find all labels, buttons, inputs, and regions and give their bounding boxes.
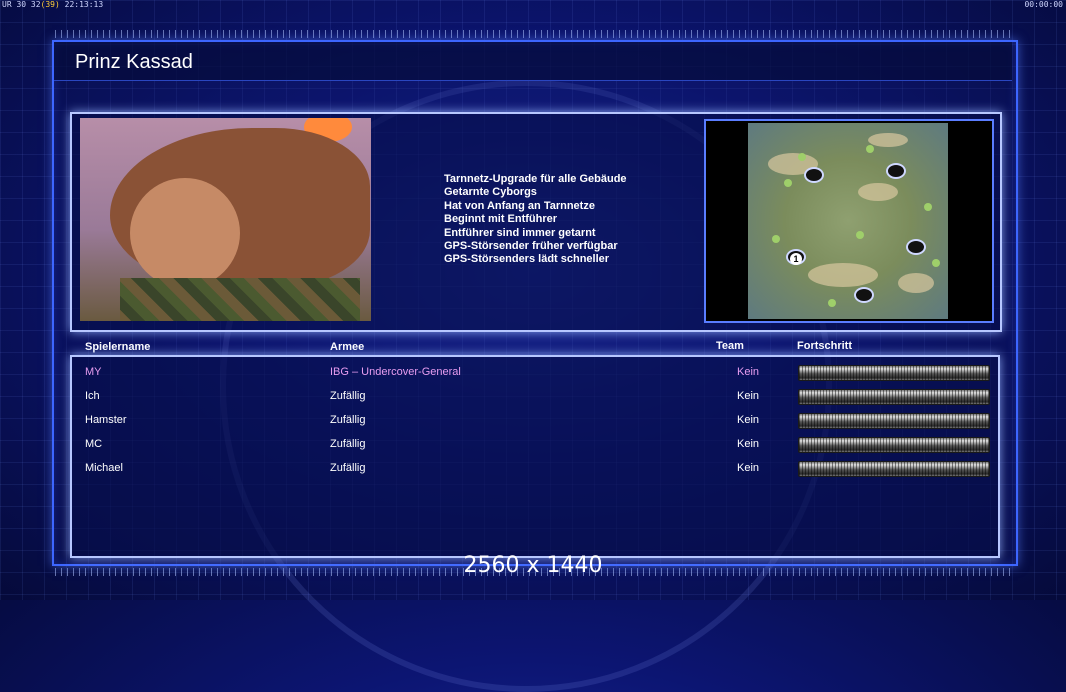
- hud-timer: 00:00:00: [1024, 0, 1063, 9]
- resolution-label: 2560 x 1440: [463, 553, 603, 578]
- column-header-army: Armee: [330, 341, 365, 353]
- portrait-camo-uniform: [120, 278, 360, 321]
- general-portrait: [80, 118, 371, 321]
- player-progress-bar: [798, 389, 990, 405]
- map-tree: [798, 153, 806, 161]
- ruler-top: [55, 30, 1014, 38]
- player-name: MC: [85, 438, 103, 450]
- map-start-position[interactable]: [804, 167, 824, 183]
- title-bar: [54, 42, 1012, 81]
- player-army: Zufällig: [330, 414, 366, 426]
- player-army: Zufällig: [330, 462, 366, 474]
- map-tree: [784, 179, 792, 187]
- player-team: Kein: [737, 462, 760, 474]
- player-progress-bar: [798, 365, 990, 381]
- map-player-marker: 1: [790, 253, 802, 265]
- general-traits-list: Tarnnetz-Upgrade für alle Gebäude Getarn…: [444, 173, 627, 267]
- player-progress-bar: [798, 461, 990, 477]
- player-row: Michael Zufällig Kein: [0, 461, 1066, 482]
- trait-item: GPS-Störsenders lädt schneller: [444, 253, 610, 266]
- trait-item: Tarnnetz-Upgrade für alle Gebäude: [444, 173, 627, 185]
- player-army: Zufällig: [330, 390, 366, 402]
- map-start-position[interactable]: [906, 239, 926, 255]
- map-tree: [772, 235, 780, 243]
- column-header-team: Team: [716, 340, 744, 352]
- player-name: Hamster: [85, 414, 127, 426]
- player-row: MY IBG – Undercover-General Kein: [0, 365, 1066, 386]
- trait-item: GPS-Störsender früher verfügbar: [444, 240, 618, 253]
- player-name: Michael: [85, 462, 123, 474]
- player-team: Kein: [737, 438, 760, 450]
- map-tree: [924, 203, 932, 211]
- map-tree: [866, 145, 874, 153]
- map-sand: [868, 133, 908, 147]
- player-progress-bar: [798, 413, 990, 429]
- player-team: Kein: [737, 390, 760, 402]
- map-start-position[interactable]: [886, 163, 906, 179]
- trait-item: Hat von Anfang an Tarnnetze: [444, 199, 595, 212]
- portrait-face: [130, 178, 240, 288]
- hud-debug-top-left: UR 30 32(39) 22:13:13: [2, 0, 104, 9]
- player-row: Hamster Zufällig Kein: [0, 413, 1066, 434]
- column-header-player: Spielername: [85, 341, 151, 353]
- map-sand: [858, 183, 898, 201]
- trait-item: Entführer sind immer getarnt: [444, 226, 596, 239]
- map-sand: [898, 273, 934, 293]
- player-team: Kein: [737, 414, 760, 426]
- player-row: MC Zufällig Kein: [0, 437, 1066, 458]
- trait-item: Getarnte Cyborgs: [444, 186, 537, 199]
- player-army: Zufällig: [330, 438, 366, 450]
- map-terrain: 1: [748, 123, 948, 319]
- map-tree: [856, 231, 864, 239]
- column-header-progress: Fortschritt: [797, 340, 852, 352]
- player-team: Kein: [737, 366, 760, 378]
- player-progress-bar: [798, 437, 990, 453]
- map-tree: [828, 299, 836, 307]
- map-sand: [808, 263, 878, 287]
- player-row: Ich Zufällig Kein: [0, 389, 1066, 410]
- general-title: Prinz Kassad: [75, 51, 193, 73]
- map-tree: [932, 259, 940, 267]
- map-preview: 1: [704, 119, 994, 323]
- map-start-position[interactable]: [854, 287, 874, 303]
- player-name: MY: [85, 366, 102, 378]
- trait-item: Beginnt mit Entführer: [444, 213, 558, 226]
- player-name: Ich: [85, 390, 100, 402]
- player-army: IBG – Undercover-General: [330, 366, 461, 378]
